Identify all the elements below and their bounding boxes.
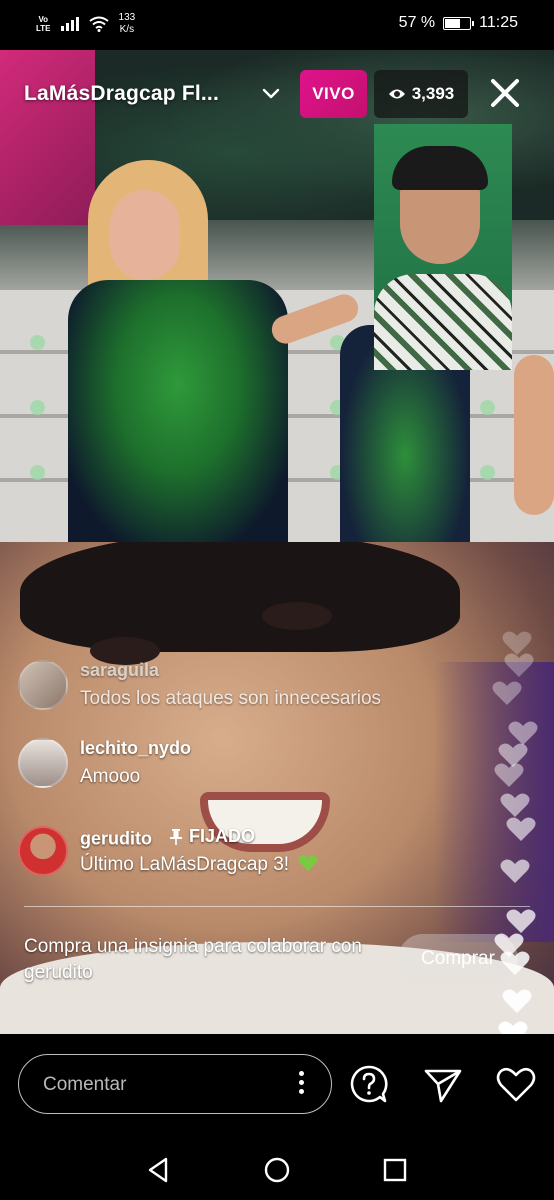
comment-item: lechito_nydo Amooo (18, 738, 458, 794)
heart-icon (492, 681, 522, 705)
heart-icon (504, 653, 534, 677)
comment-username: gerudito FIJADO (80, 826, 255, 850)
network-speed: 133 K/s (118, 12, 136, 35)
badge-promo-text: Compra una insignia para colaborar con g… (24, 936, 362, 983)
viewer-count: 3,393 (411, 84, 455, 103)
comment-item: saraguila Todos los ataques son innecesa… (18, 660, 458, 716)
heart-icon (500, 859, 530, 883)
divider (24, 906, 530, 907)
stream-title[interactable]: LaMásDragcap Fl... (24, 82, 219, 106)
back-icon[interactable] (144, 1156, 172, 1184)
viewer-count-badge[interactable]: 3,393 (374, 70, 468, 118)
avatar[interactable] (18, 660, 68, 710)
avatar[interactable] (18, 826, 68, 876)
paper-plane-icon[interactable] (423, 1065, 463, 1105)
close-icon[interactable] (486, 74, 524, 112)
question-icon[interactable] (349, 1064, 389, 1104)
home-icon[interactable] (263, 1156, 291, 1184)
signal-icon (60, 17, 79, 31)
clock: 11:25 (479, 14, 518, 31)
guest-video-pip[interactable] (374, 124, 512, 370)
comment-bar: Comentar (0, 1034, 554, 1134)
green-heart-icon (298, 855, 318, 871)
avatar[interactable] (18, 738, 68, 788)
heart-icon (506, 909, 536, 933)
wifi-icon (88, 16, 109, 32)
more-options-icon[interactable] (299, 1071, 305, 1097)
live-badge: VIVO (300, 70, 367, 118)
comment-item-pinned: gerudito FIJADO Último LaMásDragcap 3! (18, 826, 458, 882)
pin-icon (170, 828, 183, 845)
heart-icon (506, 817, 536, 841)
heart-icon (500, 951, 530, 975)
comment-input[interactable]: Comentar (18, 1054, 332, 1114)
heart-icon (494, 763, 524, 787)
comment-placeholder: Comentar (43, 1074, 127, 1095)
comment-text: Todos los ataques son innecesarios (80, 688, 382, 709)
comment-text: Último LaMásDragcap 3! (80, 854, 318, 876)
heart-icon[interactable] (496, 1065, 536, 1105)
comment-username[interactable]: lechito_nydo (80, 738, 191, 759)
comment-username[interactable]: saraguila (80, 660, 159, 681)
battery-icon (443, 16, 475, 30)
system-nav-bar (0, 1134, 554, 1200)
comment-username-text[interactable]: gerudito (80, 829, 152, 849)
pinned-label: FIJADO (169, 826, 255, 847)
volte-indicator: Vo LTE (36, 15, 51, 33)
comment-text: Amooo (80, 766, 141, 787)
eye-icon (388, 89, 405, 99)
status-bar: Vo LTE 133 K/s 57 % 11:25 (0, 0, 554, 50)
recents-icon[interactable] (381, 1156, 409, 1184)
battery-percent: 57 % (398, 14, 436, 31)
chevron-down-icon[interactable] (260, 82, 282, 104)
heart-icon (500, 793, 530, 817)
heart-icon (502, 989, 532, 1013)
